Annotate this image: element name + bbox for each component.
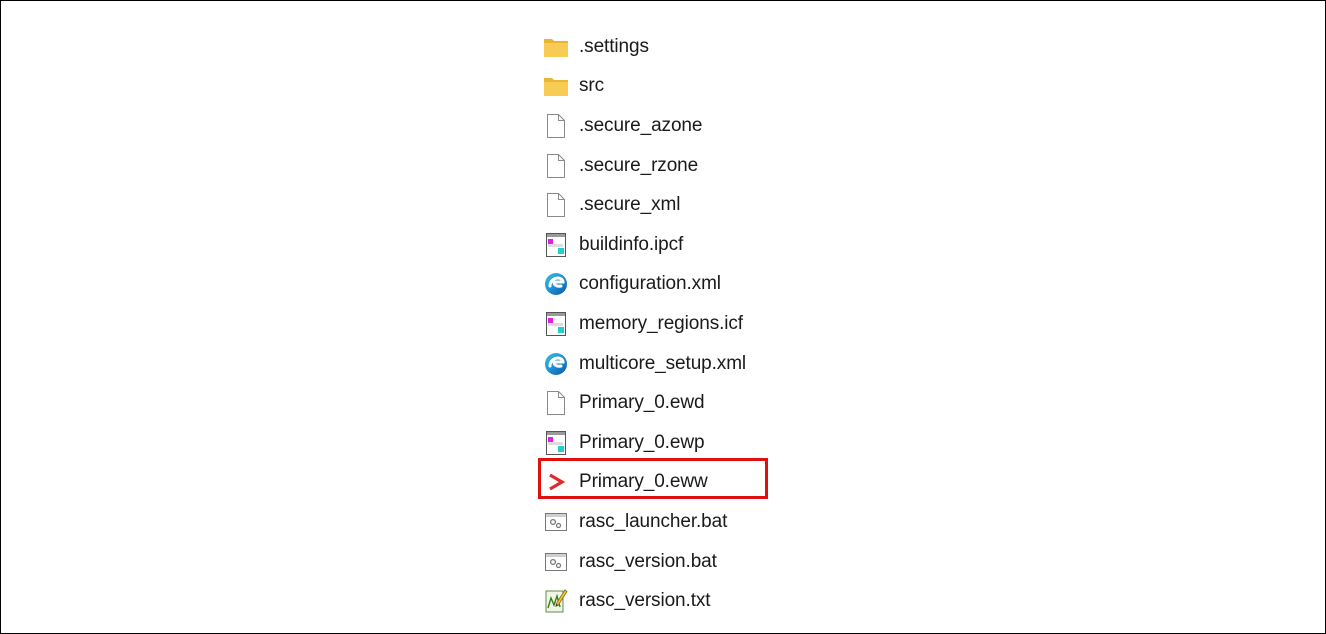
file-item[interactable]: .settings — [539, 27, 746, 67]
file-name: Primary_0.ewd — [579, 392, 705, 414]
file-item[interactable]: .secure_xml — [539, 185, 746, 225]
file-name: Primary_0.eww — [579, 471, 708, 493]
file-name: Primary_0.ewp — [579, 431, 705, 453]
file-icon — [543, 113, 569, 139]
file-name: configuration.xml — [579, 273, 721, 295]
file-icon — [543, 153, 569, 179]
file-name: .secure_xml — [579, 194, 681, 216]
file-item[interactable]: Primary_0.ewp — [539, 423, 746, 463]
iar-workspace-icon — [543, 469, 569, 495]
folder-icon — [543, 73, 569, 99]
file-item[interactable]: .secure_azone — [539, 106, 746, 146]
screenshot-frame: .settings src .secure_azone .secure_rzone .s… — [0, 0, 1326, 634]
file-name: .secure_azone — [579, 114, 703, 136]
file-item[interactable]: rasc_version.bat — [539, 542, 746, 582]
file-item[interactable]: multicore_setup.xml — [539, 344, 746, 384]
file-item[interactable]: rasc_version.txt — [539, 581, 746, 621]
file-name: multicore_setup.xml — [579, 352, 747, 374]
file-item[interactable]: .secure_rzone — [539, 146, 746, 186]
file-item[interactable]: memory_regions.icf — [539, 304, 746, 344]
file-name: .secure_rzone — [579, 154, 699, 176]
file-name: .settings — [579, 35, 649, 57]
file-item[interactable]: Primary_0.eww — [539, 463, 746, 503]
edge-icon — [543, 271, 569, 297]
file-icon — [543, 390, 569, 416]
file-item[interactable]: rasc_launcher.bat — [539, 502, 746, 542]
file-item[interactable]: src — [539, 67, 746, 107]
file-name: src — [579, 75, 605, 97]
iar-document-icon — [543, 430, 569, 456]
file-name: memory_regions.icf — [579, 312, 743, 334]
file-icon — [543, 192, 569, 218]
folder-icon — [543, 34, 569, 60]
file-name: rasc_version.bat — [579, 550, 717, 572]
file-list: .settings src .secure_azone .secure_rzone .s… — [539, 27, 746, 621]
batch-file-icon — [543, 509, 569, 535]
file-name: buildinfo.ipcf — [579, 233, 684, 255]
file-name: rasc_launcher.bat — [579, 510, 728, 532]
file-item[interactable]: Primary_0.ewd — [539, 383, 746, 423]
edge-icon — [543, 351, 569, 377]
batch-file-icon — [543, 549, 569, 575]
file-item[interactable]: buildinfo.ipcf — [539, 225, 746, 265]
iar-document-icon — [543, 232, 569, 258]
file-item[interactable]: configuration.xml — [539, 265, 746, 305]
file-name: rasc_version.txt — [579, 590, 711, 612]
text-file-icon — [543, 588, 569, 614]
iar-document-icon — [543, 311, 569, 337]
